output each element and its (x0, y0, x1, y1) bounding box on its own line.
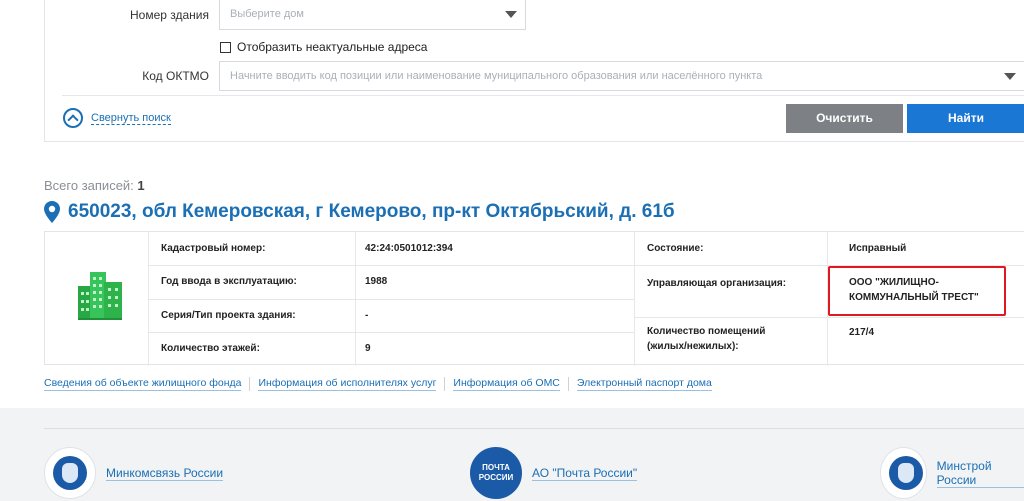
management-company-label: Управляющая организация: (647, 278, 787, 289)
partner-link[interactable]: АО "Почта России" (532, 466, 638, 481)
divider (444, 377, 446, 391)
floors-count-value: 9 (365, 343, 371, 354)
find-button[interactable]: Найти (907, 104, 1024, 133)
oktmo-label: Код ОКТМО (142, 69, 209, 83)
show-inactive-addresses[interactable]: Отобразить неактуальные адреса (220, 40, 427, 54)
highlight-box (828, 266, 1006, 316)
address-link[interactable]: 650023, обл Кемеровская, г Кемерово, пр-… (68, 201, 675, 223)
cadastral-number-label: Кадастровый номер: (161, 243, 266, 254)
post-logo-line1: ПОЧТА (482, 463, 510, 472)
divider (634, 317, 1024, 318)
building-icon (78, 272, 122, 320)
collapse-search[interactable]: Свернуть поиск (63, 108, 171, 128)
checkbox[interactable] (220, 41, 231, 53)
divider (249, 377, 251, 391)
total-records-label: Всего записей: (44, 178, 134, 193)
total-records: Всего записей: 1 (44, 178, 145, 193)
building-number-placeholder: Выберите дом (230, 8, 304, 20)
post-logo-line2: РОССИИ (478, 473, 514, 482)
state-label: Состояние: (647, 243, 704, 254)
partner-link[interactable]: Минкомсвязь России (106, 466, 224, 481)
divider (148, 299, 635, 300)
search-panel: Номер здания Выберите дом Отобразить неа… (44, 0, 1024, 142)
building-number-select[interactable]: Выберите дом (219, 0, 526, 30)
state-value: Исправный (849, 243, 907, 254)
result-card: Кадастровый номер: 42:24:0501012:394 Год… (44, 231, 1024, 366)
building-series-value: - (365, 310, 369, 321)
divider (148, 332, 635, 333)
building-series-label: Серия/Тип проекта здания: (161, 310, 296, 321)
chevron-down-icon (1004, 73, 1016, 80)
chevron-down-icon (505, 11, 517, 18)
footer: Минкомсвязь России ПОЧТА РОССИИ АО "Почт… (0, 408, 1024, 501)
coat-of-arms-icon (44, 447, 96, 499)
coat-of-arms-icon (880, 447, 927, 499)
oktmo-select[interactable]: Начните вводить код позиции или наименов… (219, 61, 1024, 91)
commissioning-year-value: 1988 (365, 276, 388, 287)
partner-link[interactable]: Минстрой России (936, 459, 1024, 488)
divider (62, 95, 1024, 96)
floors-count-label: Количество этажей: (161, 343, 260, 354)
collapse-search-link[interactable]: Свернуть поиск (91, 112, 171, 125)
result-links: Сведения об объекте жилищного фонда Инфо… (44, 377, 712, 391)
commissioning-year-label: Год ввода в эксплуатацию: (161, 276, 297, 287)
divider (567, 377, 569, 391)
partner-mincomsvyaz[interactable]: Минкомсвязь России (44, 447, 224, 499)
premises-count-label: Количество помещений (жилых/нежилых): (647, 324, 765, 354)
total-records-count: 1 (137, 178, 145, 193)
clear-button[interactable]: Очистить (786, 104, 903, 133)
building-number-label: Номер здания (129, 8, 209, 22)
result-address[interactable]: 650023, обл Кемеровская, г Кемерово, пр-… (44, 201, 675, 223)
map-pin-icon (44, 201, 60, 223)
premises-count-value: 217/4 (849, 327, 875, 338)
premises-count-label-line1: Количество помещений (647, 326, 766, 337)
oms-info-link[interactable]: Информация об ОМС (453, 377, 560, 391)
partner-minstroy[interactable]: Минстрой России (880, 447, 1024, 499)
chevron-up-icon[interactable] (63, 108, 83, 128)
electronic-passport-link[interactable]: Электронный паспорт дома (576, 377, 712, 391)
cadastral-number-value: 42:24:0501012:394 (365, 243, 453, 254)
partner-russian-post[interactable]: ПОЧТА РОССИИ АО "Почта России" (470, 447, 638, 499)
housing-info-link[interactable]: Сведения об объекте жилищного фонда (44, 377, 242, 391)
show-inactive-label: Отобразить неактуальные адреса (237, 40, 428, 54)
premises-count-label-line2: (жилых/нежилых): (647, 341, 739, 352)
service-providers-link[interactable]: Информация об исполнителях услуг (258, 377, 437, 391)
russian-post-logo-icon: ПОЧТА РОССИИ (470, 447, 522, 499)
oktmo-placeholder: Начните вводить код позиции или наименов… (230, 70, 763, 82)
divider (148, 265, 635, 266)
divider (44, 428, 1024, 429)
